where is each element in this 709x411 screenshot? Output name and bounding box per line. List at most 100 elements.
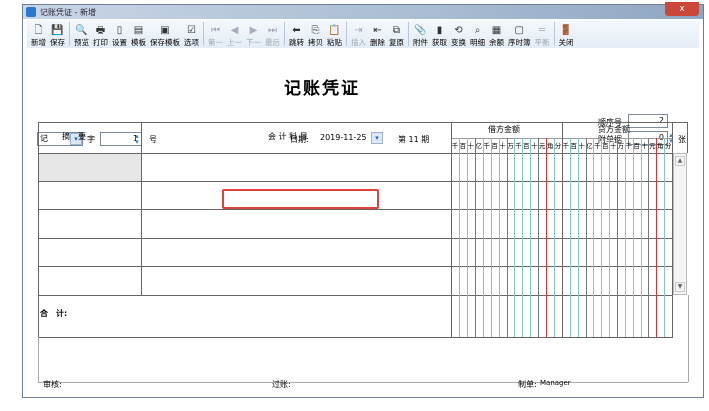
toolbar-button-prev[interactable]: ◀ 上一 xyxy=(225,21,244,48)
toolbar-button-print[interactable]: 🖶 打印 xyxy=(91,21,110,48)
number-spinner-icon[interactable]: ▴ ▾ xyxy=(133,133,141,146)
digit-line xyxy=(570,138,571,337)
toolbar-button-journal[interactable]: ▢ 序时簿 xyxy=(506,21,533,48)
toolbar-separator xyxy=(203,22,204,46)
toolbar-button-delete[interactable]: ⇤ 删除 xyxy=(368,21,387,48)
audit-label: 审核: xyxy=(43,380,62,389)
prev-icon: ◀ xyxy=(230,25,239,36)
binoculars-icon: ⌕ xyxy=(474,25,481,36)
digit-line xyxy=(601,138,602,337)
toolbar-button-template[interactable]: ▤ 模板 xyxy=(129,21,148,48)
col-line xyxy=(687,122,688,153)
balance-icon: ▦ xyxy=(491,25,502,36)
digit-line xyxy=(593,138,594,337)
digit-line xyxy=(491,138,492,337)
toolbar-button-close-door[interactable]: 🚪 关闭 xyxy=(557,21,576,48)
toolbar-label: 平衡 xyxy=(534,38,550,47)
window-title: 记账凭证 - 新增 xyxy=(40,7,96,17)
toolbar-button-transform[interactable]: ⟲ 变换 xyxy=(449,21,468,48)
toolbar-separator xyxy=(346,22,347,46)
col-line xyxy=(38,122,39,337)
toolbar-button-insert[interactable]: ⇥ 插入 xyxy=(349,21,368,48)
form-border xyxy=(38,337,39,382)
header-summary: 摘 要 xyxy=(62,132,86,141)
digit-line xyxy=(514,138,515,337)
seq-input[interactable]: 2 xyxy=(628,114,668,128)
toolbar-label: 预览 xyxy=(74,38,89,47)
toolbar-button-next[interactable]: ▶ 下一 xyxy=(244,21,263,48)
new-doc-icon: 🗋 xyxy=(34,25,43,36)
digit-line xyxy=(586,138,587,337)
toolbar-separator xyxy=(553,22,555,46)
toolbar-button-binoculars[interactable]: ⌕ 明细 xyxy=(468,21,487,48)
date-dropdown-icon[interactable]: ▾ xyxy=(371,132,383,144)
digit-line xyxy=(554,138,555,337)
digit-line xyxy=(467,138,468,337)
toolbar-separator xyxy=(408,22,409,46)
digit-header: 千 xyxy=(625,142,633,150)
toolbar-button-copy[interactable]: ⎘ 拷贝 xyxy=(306,21,325,48)
save-template-icon: ▣ xyxy=(160,25,170,36)
balance-check-icon: ═ xyxy=(538,25,546,36)
toolbar-label: 复原 xyxy=(389,38,404,47)
digit-header: 分 xyxy=(554,142,562,150)
toolbar-label: 附件 xyxy=(413,38,428,47)
toolbar-button-balance[interactable]: ▦ 余额 xyxy=(487,21,506,48)
digit-line xyxy=(546,138,547,337)
toolbar-button-jump[interactable]: ⬅ 跳转 xyxy=(287,21,306,48)
active-cell[interactable] xyxy=(38,153,141,181)
digit-line xyxy=(530,138,531,337)
scroll-up-icon[interactable]: ▲ xyxy=(675,156,685,166)
toolbar-button-fetch[interactable]: ▮ 获取 xyxy=(430,21,449,48)
row-line xyxy=(38,337,673,338)
digit-header: 千 xyxy=(562,142,570,150)
title-bar: 记账凭证 - 新增 x xyxy=(23,2,703,19)
digit-line xyxy=(641,138,642,337)
copy-icon: ⎘ xyxy=(311,25,320,36)
scroll-down-icon[interactable]: ▼ xyxy=(675,282,685,292)
toolbar-label: 粘贴 xyxy=(327,38,342,47)
toolbar-button-first[interactable]: ⏮ 第一 xyxy=(206,21,225,48)
digit-line xyxy=(507,138,508,337)
insert-icon: ⇥ xyxy=(354,25,363,36)
attachment-icon: 📎 xyxy=(414,25,427,36)
header-account: 会 计 科 目 xyxy=(268,132,308,141)
toolbar-separator xyxy=(69,22,70,46)
app-icon xyxy=(26,7,36,17)
toolbar-label: 保存 xyxy=(50,38,65,47)
table-border xyxy=(38,122,688,123)
toolbar-label: 余额 xyxy=(489,38,504,47)
transform-icon: ⟲ xyxy=(454,25,463,36)
toolbar-button-options[interactable]: ☑ 选项 xyxy=(182,21,201,48)
digit-header: 元 xyxy=(538,142,546,150)
toolbar-button-attachment[interactable]: 📎 附件 xyxy=(411,21,430,48)
toolbar-button-restore[interactable]: ⧉ 复原 xyxy=(387,21,406,48)
toolbar: 🗋 新增 💾 保存 🔍 预览 🖶 打印 ▯ 设置 ▤ 模板 ▣ 保存模板 ☑ 选项 ⏮ 第一 ◀ 上一 ▶ 下一 ⏭ 最后 ⬅ 跳… xyxy=(27,20,699,48)
voucher-type-value: 记 xyxy=(40,134,48,143)
date-value: 2019-11-25 xyxy=(320,133,367,142)
toolbar-button-save-template[interactable]: ▣ 保存模板 xyxy=(148,21,182,48)
digit-header: 十 xyxy=(467,142,475,150)
header-debit: 借方金额 xyxy=(488,125,520,134)
close-window-button[interactable]: x xyxy=(665,2,699,16)
next-icon: ▶ xyxy=(249,25,258,36)
toolbar-button-balance-check[interactable]: ═ 平衡 xyxy=(533,21,552,48)
toolbar-button-new-doc[interactable]: 🗋 新增 xyxy=(29,21,48,48)
digit-header: 百 xyxy=(570,142,578,150)
toolbar-label: 设置 xyxy=(112,38,127,47)
table-scrollbar[interactable]: ▲ ▼ xyxy=(673,153,687,295)
toolbar-button-paste[interactable]: 📋 粘贴 xyxy=(325,21,344,48)
maker-value: Manager xyxy=(540,379,571,387)
form-border xyxy=(38,382,688,383)
toolbar-button-last[interactable]: ⏭ 最后 xyxy=(263,21,282,48)
post-label: 过账: xyxy=(272,380,291,389)
toolbar-button-preview[interactable]: 🔍 预览 xyxy=(72,21,91,48)
toolbar-label: 关闭 xyxy=(558,38,574,47)
col-line xyxy=(141,122,142,295)
toolbar-button-save[interactable]: 💾 保存 xyxy=(48,21,67,48)
total-label: 合 计: xyxy=(40,309,68,318)
toolbar-label: 跳转 xyxy=(289,38,304,47)
toolbar-button-settings[interactable]: ▯ 设置 xyxy=(110,21,129,48)
zi-label: 字 xyxy=(87,135,95,144)
digit-header: 十 xyxy=(609,142,617,150)
